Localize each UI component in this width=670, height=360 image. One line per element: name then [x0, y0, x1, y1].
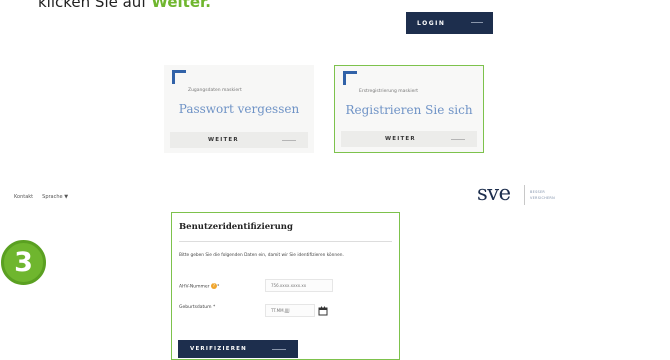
arrow-line-icon	[451, 139, 465, 140]
birthdate-label: Geburtsdatum *	[179, 305, 215, 310]
arrow-line-icon	[282, 140, 296, 141]
instruction-highlight: Weiter.	[151, 0, 211, 11]
corner-bracket-icon	[172, 70, 186, 84]
identification-form: Benutzeridentifizierung Bitte geben Sie …	[171, 212, 400, 360]
verify-button[interactable]: VERIFIZIEREN	[178, 340, 298, 358]
birthdate-label-text: Geburtsdatum	[179, 305, 212, 310]
register-card[interactable]: Erstregistrierung maskiert Registrieren …	[334, 65, 484, 153]
divider	[179, 241, 392, 242]
form-title: Benutzeridentifizierung	[179, 222, 293, 232]
login-button[interactable]: LOGIN	[406, 12, 493, 34]
calendar-icon[interactable]	[318, 306, 328, 316]
birthdate-input[interactable]	[265, 304, 315, 317]
step-badge: 3	[1, 240, 46, 285]
logo-divider	[524, 185, 525, 205]
arrow-line-icon	[471, 22, 483, 23]
forgot-password-card[interactable]: Zugangsdaten maskiert Passwort vergessen…	[164, 65, 314, 153]
ahv-label: AHV-Nummer ? *	[179, 283, 219, 290]
instruction-prefix: klicken Sie auf	[38, 0, 152, 11]
card-button-label: WEITER	[385, 136, 416, 142]
arrow-line-icon	[272, 349, 286, 350]
login-label: LOGIN	[417, 19, 446, 27]
contact-link[interactable]: Kontakt	[14, 194, 33, 200]
chevron-down-icon: ▼	[64, 194, 69, 200]
card-button-label: WEITER	[208, 137, 239, 143]
card-small-label: Zugangsdaten maskiert	[188, 88, 242, 93]
card-title[interactable]: Registrieren Sie sich	[335, 103, 483, 117]
birthdate-required-mark: *	[212, 305, 216, 310]
logo-subtitle: BESSER VERSICHERN	[530, 190, 555, 201]
forgot-password-weiter-button[interactable]: WEITER	[170, 132, 308, 148]
card-small-label: Erstregistrierung maskiert	[359, 89, 418, 94]
ahv-number-input[interactable]	[265, 279, 333, 292]
ahv-label-text: AHV-Nummer	[179, 284, 210, 290]
logo-sub-line2: VERSICHERN	[530, 195, 555, 200]
corner-bracket-icon	[343, 71, 357, 85]
instruction-text: klicken Sie auf Weiter.	[38, 0, 211, 11]
sve-logo[interactable]: sve	[477, 181, 511, 205]
top-nav: Kontakt Sprache ▼	[14, 194, 68, 200]
form-intro: Bitte geben Sie die folgenden Daten ein,…	[179, 253, 344, 258]
card-title[interactable]: Passwort vergessen	[164, 102, 314, 116]
register-weiter-button[interactable]: WEITER	[341, 131, 477, 147]
language-label: Sprache	[42, 194, 63, 200]
ahv-required-mark: *	[216, 284, 220, 290]
verify-label: VERIFIZIEREN	[190, 346, 247, 352]
language-selector[interactable]: Sprache ▼	[42, 194, 68, 200]
